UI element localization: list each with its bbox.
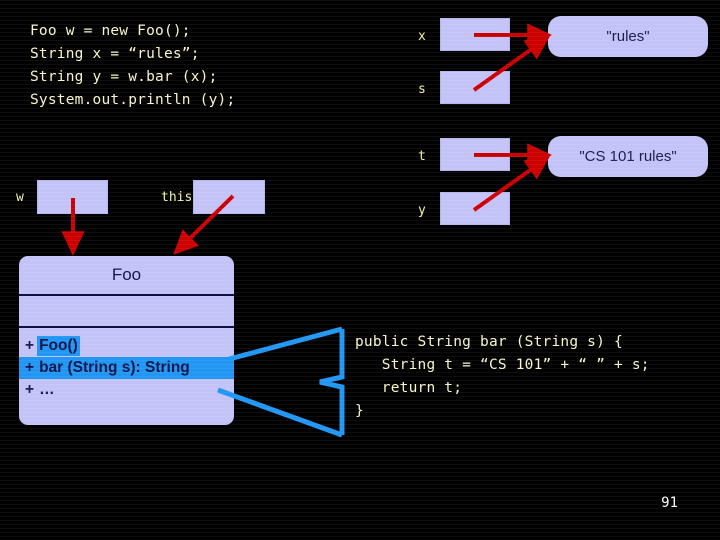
uml-method-signature: bar (String s): String [39,359,190,376]
callout-line-bottom [217,387,343,438]
uml-methods-compartment: + Foo() + bar (String s): String + … [19,328,234,401]
uml-class-name: Foo [19,256,234,296]
uml-method-bar[interactable]: + bar (String s): String [19,357,234,379]
callout-line-top [217,326,343,365]
var-box-s[interactable] [440,71,510,104]
page-number: 91 [661,495,678,511]
uml-attributes-compartment [19,296,234,328]
value-box-rules[interactable]: "rules" [548,16,708,57]
uml-method-visibility: + [25,337,35,354]
uml-method-signature: Foo() [37,336,80,356]
uml-method-visibility: + [25,359,35,376]
var-label-x: x [418,29,426,44]
var-box-w[interactable] [37,180,108,214]
var-label-s: s [418,82,426,97]
var-box-y[interactable] [440,192,510,225]
var-label-this: this [161,190,193,205]
var-label-t: t [418,149,426,164]
var-box-t[interactable] [440,138,510,171]
slide-canvas: Foo w = new Foo(); String x = “rules”; S… [0,0,720,540]
code-block-main: Foo w = new Foo(); String x = “rules”; S… [30,23,236,108]
var-label-w: w [16,190,24,205]
var-box-x[interactable] [440,18,510,51]
uml-class-box-foo[interactable]: Foo + Foo() + bar (String s): String + … [19,256,234,425]
uml-method-foo-constructor[interactable]: + Foo() [19,335,234,357]
code-block-method: public String bar (String s) { String t … [355,334,650,419]
callout-brace [319,329,345,435]
uml-method-signature: … [39,381,55,398]
var-label-y: y [418,203,426,218]
var-box-this[interactable] [193,180,265,214]
uml-method-ellipsis[interactable]: + … [19,379,234,401]
uml-method-visibility: + [25,381,35,398]
value-box-cs101rules[interactable]: "CS 101 rules" [548,136,708,177]
